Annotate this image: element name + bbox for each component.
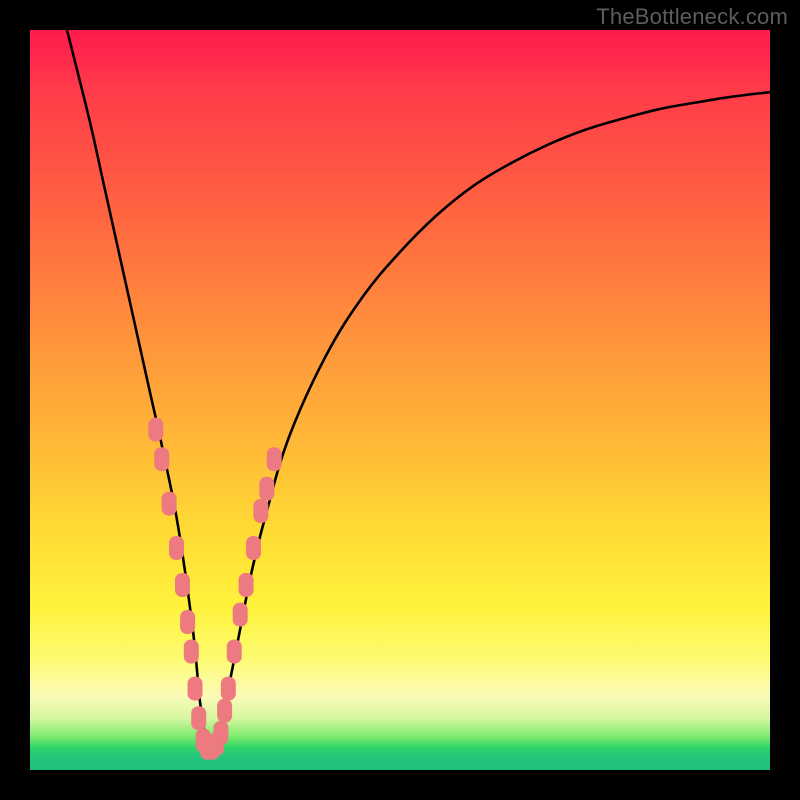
data-marker (154, 447, 169, 471)
data-marker (253, 499, 268, 523)
outer-frame: TheBottleneck.com (0, 0, 800, 800)
data-marker (233, 603, 248, 627)
chart-svg (30, 30, 770, 770)
data-marker (148, 418, 163, 442)
data-marker (180, 610, 195, 634)
bottleneck-curve (67, 30, 770, 753)
data-marker (246, 536, 261, 560)
data-marker (217, 699, 232, 723)
data-marker (259, 477, 274, 501)
data-marker (239, 573, 254, 597)
data-marker (175, 573, 190, 597)
marker-layer (148, 418, 281, 760)
plot-area (30, 30, 770, 770)
data-marker (267, 447, 282, 471)
data-marker (169, 536, 184, 560)
curve-layer (67, 30, 770, 753)
data-marker (191, 706, 206, 730)
data-marker (221, 677, 236, 701)
data-marker (184, 640, 199, 664)
data-marker (213, 721, 228, 745)
watermark-text: TheBottleneck.com (596, 4, 788, 30)
data-marker (188, 677, 203, 701)
data-marker (227, 640, 242, 664)
data-marker (162, 492, 177, 516)
